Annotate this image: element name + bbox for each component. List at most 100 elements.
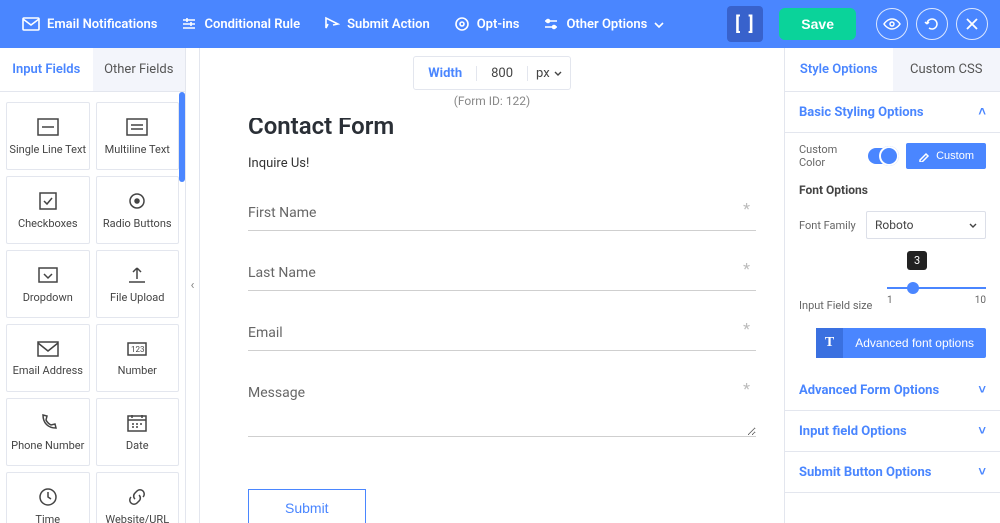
font-options-header: Font Options: [799, 183, 986, 197]
font-family-label: Font Family: [799, 219, 856, 232]
fields-grid: Single Line Text Multiline Text Checkbox…: [0, 92, 185, 523]
tb-optins[interactable]: Opt-ins: [444, 12, 530, 36]
topbar: Email Notifications Conditional Rule Sub…: [0, 0, 1000, 48]
preview-button[interactable]: [876, 8, 908, 40]
chevron-down-icon: [654, 17, 664, 32]
tb-submit-action[interactable]: Submit Action: [314, 12, 440, 36]
main: Input Fields Other Fields Single Line Te…: [0, 48, 1000, 523]
tab-input-fields[interactable]: Input Fields: [0, 48, 93, 91]
section-advanced-form-options[interactable]: Advanced Form Options ˅: [785, 370, 1000, 411]
slider-thumb[interactable]: [907, 282, 919, 294]
field-label: File Upload: [110, 291, 164, 304]
tb-label: Opt-ins: [477, 17, 520, 32]
field-message[interactable]: Message*: [248, 387, 756, 441]
save-button[interactable]: Save: [779, 8, 856, 40]
form-canvas[interactable]: Contact Form Inquire Us! First Name* Las…: [200, 118, 784, 523]
width-control[interactable]: Width 800 px: [413, 56, 570, 90]
tb-other-options[interactable]: Other Options: [533, 12, 674, 36]
reload-button[interactable]: [916, 8, 948, 40]
font-family-select[interactable]: Roboto: [866, 211, 986, 239]
section-submit-button-options[interactable]: Submit Button Options ˅: [785, 452, 1000, 493]
font-family-value: Roboto: [875, 218, 913, 232]
chevron-down-icon: ˅: [978, 382, 986, 398]
field-label: Single Line Text: [9, 143, 86, 156]
caret-down-icon: [969, 223, 977, 228]
field-date[interactable]: Date: [96, 398, 180, 466]
advanced-font-options-button[interactable]: T Advanced font options: [816, 328, 986, 358]
section-label: Input field Options: [799, 424, 907, 439]
options-icon: [543, 16, 559, 32]
field-label: Date: [126, 439, 149, 452]
tab-style-options[interactable]: Style Options: [785, 48, 893, 91]
form-title[interactable]: Contact Form: [248, 118, 756, 140]
field-checkboxes[interactable]: Checkboxes: [6, 176, 90, 244]
section-label: Basic Styling Options: [799, 105, 924, 120]
field-last-name[interactable]: Last Name*: [248, 267, 756, 291]
input-label: Message: [248, 385, 305, 401]
tb-label: Email Notifications: [47, 17, 157, 32]
message-textarea[interactable]: [248, 387, 756, 437]
optin-icon: [454, 16, 470, 32]
field-label: Website/URL: [105, 513, 169, 523]
required-icon: *: [743, 319, 750, 338]
tb-email-notifications[interactable]: Email Notifications: [12, 13, 167, 36]
left-panel: Input Fields Other Fields Single Line Te…: [0, 48, 186, 523]
field-number[interactable]: 123 Number: [96, 324, 180, 392]
field-label: Checkboxes: [18, 217, 78, 230]
form-subtitle[interactable]: Inquire Us!: [248, 156, 756, 171]
field-email[interactable]: Email*: [248, 327, 756, 351]
field-email-address[interactable]: Email Address: [6, 324, 90, 392]
rule-icon: [181, 16, 197, 32]
custom-color-toggle[interactable]: [868, 148, 898, 164]
field-website-url[interactable]: Website/URL: [96, 472, 180, 523]
section-label: Submit Button Options: [799, 465, 931, 480]
field-single-line-text[interactable]: Single Line Text: [6, 102, 90, 170]
canvas-toolbar: Width 800 px: [200, 48, 784, 90]
tab-other-fields[interactable]: Other Fields: [93, 48, 186, 91]
tb-label: Submit Action: [347, 17, 430, 32]
field-label: Phone Number: [11, 439, 84, 452]
width-value[interactable]: 800: [476, 66, 528, 81]
field-label: Email Address: [13, 364, 83, 377]
svg-text:123: 123: [131, 345, 145, 354]
custom-color-button[interactable]: Custom: [906, 143, 986, 169]
input-size-label: Input Field size: [799, 299, 879, 312]
custom-color-label: Custom Color: [799, 143, 860, 169]
tab-custom-css[interactable]: Custom CSS: [893, 48, 1000, 91]
slider-min: 1: [887, 295, 893, 306]
close-button[interactable]: [956, 8, 988, 40]
input-size-slider[interactable]: 3 110: [887, 277, 986, 312]
field-phone-number[interactable]: Phone Number: [6, 398, 90, 466]
left-scrollbar[interactable]: [179, 92, 185, 182]
field-label: Number: [118, 364, 157, 377]
input-label: First Name: [248, 205, 316, 221]
section-input-field-options[interactable]: Input field Options ˅: [785, 411, 1000, 452]
field-label: Time: [35, 513, 60, 523]
collapse-left-handle[interactable]: ‹: [186, 48, 200, 523]
field-multiline-text[interactable]: Multiline Text: [96, 102, 180, 170]
section-basic-styling[interactable]: Basic Styling Options ˄: [785, 92, 1000, 133]
field-first-name[interactable]: First Name*: [248, 207, 756, 231]
required-icon: *: [743, 259, 750, 278]
chevron-up-icon: ˄: [978, 104, 986, 120]
form-submit-button[interactable]: Submit: [248, 489, 366, 523]
pencil-icon: [918, 150, 930, 162]
field-label: Dropdown: [23, 291, 73, 304]
field-time[interactable]: Time: [6, 472, 90, 523]
basic-styling-body: Custom Color Custom Font Options Font Fa…: [785, 133, 1000, 370]
required-icon: *: [743, 199, 750, 218]
field-dropdown[interactable]: Dropdown: [6, 250, 90, 318]
embed-code-button[interactable]: [ ]: [727, 6, 763, 42]
form-id-label: (Form ID: 122): [200, 90, 784, 118]
caret-down-icon: [554, 71, 562, 76]
mail-icon: [22, 17, 40, 31]
slider-max: 10: [975, 295, 986, 306]
chevron-down-icon: ˅: [978, 423, 986, 439]
right-tabs: Style Options Custom CSS: [785, 48, 1000, 92]
field-radio-buttons[interactable]: Radio Buttons: [96, 176, 180, 244]
field-file-upload[interactable]: File Upload: [96, 250, 180, 318]
width-unit[interactable]: px: [528, 66, 570, 81]
tb-conditional-rule[interactable]: Conditional Rule: [171, 12, 310, 36]
text-icon: T: [816, 328, 843, 358]
slider-value-badge: 3: [907, 251, 927, 270]
